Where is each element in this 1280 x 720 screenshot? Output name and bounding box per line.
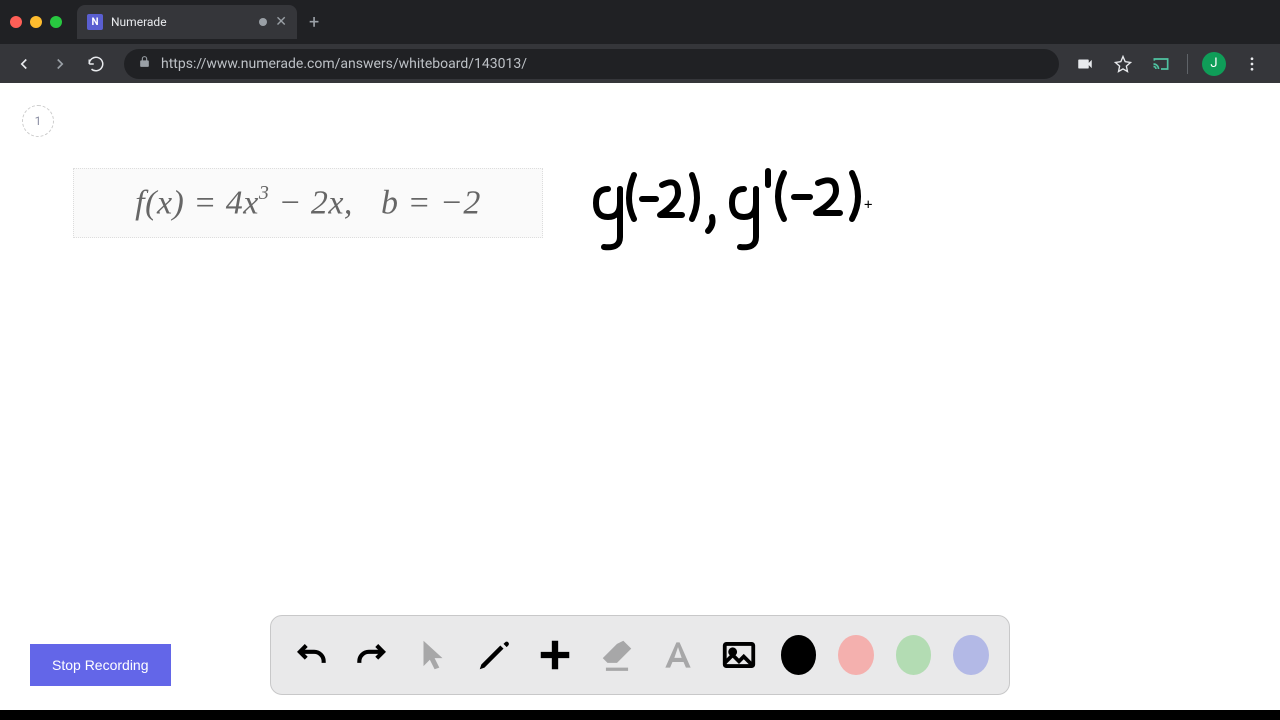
window-controls — [10, 16, 62, 28]
handwriting — [580, 161, 900, 261]
tab-loading-icon — [259, 18, 267, 26]
minimize-window-button[interactable] — [30, 16, 42, 28]
formula-text: f(x) = 4x3 − 2x,b = −2 — [135, 184, 481, 222]
back-button[interactable] — [10, 50, 38, 78]
tab-title: Numerade — [111, 15, 251, 29]
address-bar[interactable]: https://www.numerade.com/answers/whitebo… — [124, 49, 1059, 79]
lock-icon — [138, 55, 151, 72]
add-tool[interactable] — [536, 633, 575, 677]
stop-recording-button[interactable]: Stop Recording — [30, 644, 171, 686]
toolbar-actions: J — [1073, 52, 1270, 76]
image-tool[interactable] — [719, 633, 758, 677]
maximize-window-button[interactable] — [50, 16, 62, 28]
kebab-menu-icon[interactable] — [1240, 52, 1264, 76]
forward-button[interactable] — [46, 50, 74, 78]
pointer-tool[interactable] — [413, 633, 452, 677]
pen-tool[interactable] — [475, 633, 514, 677]
reload-button[interactable] — [82, 50, 110, 78]
redo-button[interactable] — [352, 633, 391, 677]
browser-tab[interactable]: N Numerade ✕ — [77, 5, 297, 39]
undo-button[interactable] — [291, 633, 330, 677]
color-black[interactable] — [781, 635, 817, 675]
eraser-tool[interactable] — [597, 633, 636, 677]
cursor-crosshair: + — [864, 197, 872, 213]
cast-icon[interactable] — [1149, 52, 1173, 76]
bookmark-star-icon[interactable] — [1111, 52, 1135, 76]
profile-avatar[interactable]: J — [1202, 52, 1226, 76]
tab-close-button[interactable]: ✕ — [275, 14, 287, 30]
close-window-button[interactable] — [10, 16, 22, 28]
formula-container[interactable]: f(x) = 4x3 − 2x,b = −2 — [73, 168, 543, 238]
page-number-badge[interactable]: 1 — [22, 105, 54, 137]
toolbar-separator — [1187, 54, 1188, 74]
color-red[interactable] — [838, 635, 874, 675]
browser-toolbar: https://www.numerade.com/answers/whitebo… — [0, 44, 1280, 83]
tab-strip: N Numerade ✕ + — [0, 0, 1280, 44]
browser-chrome: N Numerade ✕ + https://www.numerade.com/… — [0, 0, 1280, 83]
new-tab-button[interactable]: + — [309, 12, 319, 33]
text-tool[interactable] — [658, 633, 697, 677]
camera-icon[interactable] — [1073, 52, 1097, 76]
page-viewport: 1 f(x) = 4x3 − 2x,b = −2 — [0, 83, 1280, 710]
favicon-icon: N — [87, 14, 103, 30]
url-text: https://www.numerade.com/answers/whitebo… — [161, 56, 527, 72]
color-blue[interactable] — [953, 635, 989, 675]
whiteboard-toolbox — [270, 615, 1010, 695]
bottom-black-bar — [0, 710, 1280, 720]
color-green[interactable] — [896, 635, 932, 675]
